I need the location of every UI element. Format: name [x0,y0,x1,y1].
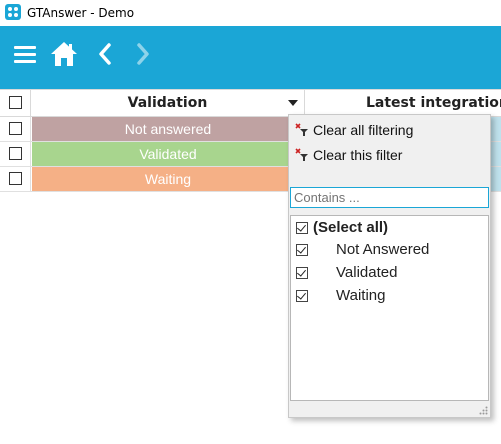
row-checkbox-cell [0,117,31,141]
row-checkbox-cell [0,167,31,191]
filter-option-waiting[interactable]: Waiting [291,285,488,307]
grid-header-row: Validation Latest integration [0,89,501,117]
validation-cell[interactable]: Not answered [32,117,304,141]
row-checkbox[interactable] [9,172,22,185]
filter-search-input[interactable] [290,187,489,208]
row-checkbox[interactable] [9,122,22,135]
home-icon[interactable] [50,40,78,68]
select-all-option[interactable]: (Select all) [291,217,488,239]
validation-cell[interactable]: Waiting [32,167,304,191]
filter-popup: Clear all filtering Clear this filter (S… [288,114,491,418]
select-all-cell [0,90,31,117]
filter-option-checkbox[interactable] [296,244,308,256]
back-arrow-icon[interactable] [96,42,114,66]
clear-all-filtering-label: Clear all filtering [313,122,414,138]
clear-filter-icon [295,148,308,161]
filter-dropdown-icon[interactable] [288,100,298,106]
filter-options-list: (Select all) Not Answered Validated Wait… [290,215,489,401]
validation-cell[interactable]: Validated [32,142,304,166]
row-checkbox[interactable] [9,147,22,160]
filter-option-checkbox[interactable] [296,267,308,279]
filter-option-checkbox[interactable] [296,290,308,302]
title-bar: GTAnswer - Demo [0,0,501,26]
forward-arrow-icon[interactable] [134,42,152,66]
clear-this-filter-label: Clear this filter [313,147,403,163]
toolbar [0,26,501,89]
select-all-option-label: (Select all) [313,219,389,236]
filter-option-label: Not Answered [336,241,430,258]
filter-option-label: Waiting [336,287,386,304]
filter-option-validated[interactable]: Validated [291,262,488,284]
column-header-latest-integration[interactable]: Latest integration [306,90,501,117]
filter-option-not-answered[interactable]: Not Answered [291,239,488,261]
row-checkbox-cell [0,142,31,166]
hamburger-menu-icon[interactable] [14,44,36,66]
clear-all-filtering-item[interactable]: Clear all filtering [289,118,490,142]
filter-option-label: Validated [336,264,398,281]
window-title: GTAnswer - Demo [27,6,135,20]
select-all-checkbox[interactable] [9,96,22,109]
resize-grip-icon[interactable] [479,406,488,415]
column-header-validation[interactable]: Validation [31,90,305,117]
gtanswer-app-icon [5,4,21,20]
select-all-option-checkbox[interactable] [296,222,308,234]
clear-filter-icon [295,123,308,136]
clear-this-filter-item[interactable]: Clear this filter [289,143,490,167]
